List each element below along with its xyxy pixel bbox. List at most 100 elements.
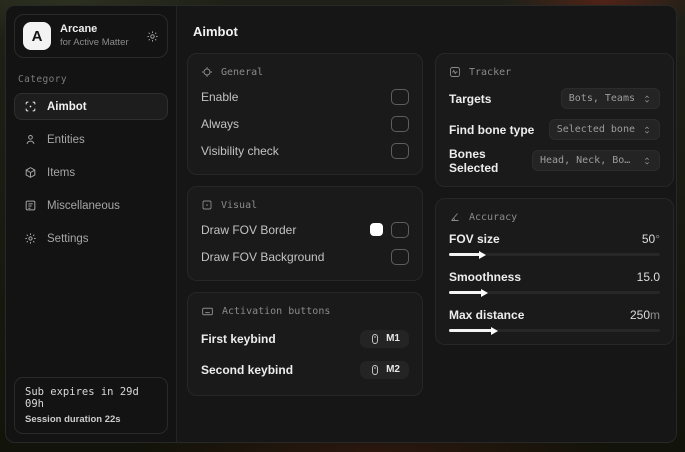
- slider-fill: [449, 326, 499, 335]
- checkbox-enable[interactable]: [391, 88, 409, 105]
- setting-label: Enable: [201, 89, 239, 104]
- value-number: 15.0: [636, 269, 660, 284]
- panel-columns: General Enable Always Visibility check V…: [187, 53, 674, 407]
- panel-title: Tracker: [469, 66, 512, 78]
- setting-row-second-keybind: Second keybind M2: [201, 354, 409, 385]
- checkbox-draw-fov-border[interactable]: [391, 221, 409, 238]
- sidebar-item-settings[interactable]: Settings: [14, 225, 168, 252]
- keybind-button-m2[interactable]: M2: [360, 360, 409, 379]
- setting-label: Visibility check: [201, 143, 279, 158]
- setting-label: Draw FOV Border: [201, 222, 297, 237]
- slider-thumb[interactable]: [480, 288, 488, 297]
- cube-icon: [24, 166, 37, 179]
- panel-title: Activation buttons: [222, 306, 331, 317]
- setting-label: FOV size: [449, 231, 500, 246]
- controls-group: [370, 221, 409, 238]
- general-panel: General Enable Always Visibility check: [187, 53, 423, 175]
- value-number: 50: [641, 231, 656, 246]
- settings-gear-icon: [24, 232, 37, 245]
- slider-value: 250m: [630, 308, 660, 322]
- setting-label: Always: [201, 116, 240, 131]
- gear-icon[interactable]: [146, 30, 159, 43]
- unfold-icon: [642, 94, 652, 104]
- accuracy-panel-header: Accuracy: [449, 211, 660, 223]
- panel-title: Accuracy: [469, 211, 518, 223]
- category-label: Category: [18, 74, 67, 85]
- visual-panel: Visual Draw FOV Border Draw FOV Backgrou…: [187, 186, 423, 281]
- checkbox-always[interactable]: [391, 115, 409, 132]
- slider-fill: [449, 250, 486, 259]
- setting-label: Targets: [449, 91, 492, 106]
- slider-value: 50°: [642, 232, 660, 246]
- keyboard-icon: [201, 305, 214, 318]
- value-unit: m: [650, 307, 660, 322]
- app-window: A Arcane for Active Matter Category Aimb: [5, 5, 677, 443]
- visual-panel-header: Visual: [201, 199, 409, 211]
- entities-person-icon: [24, 133, 37, 146]
- setting-row-draw-fov-background: Draw FOV Background: [201, 243, 409, 270]
- sidebar-item-items[interactable]: Items: [14, 159, 168, 186]
- mouse-icon: [369, 333, 381, 345]
- slider-fov-size: FOV size 50°: [449, 228, 660, 259]
- keybind-button-m1[interactable]: M1: [360, 329, 409, 348]
- activity-icon: [449, 66, 461, 78]
- page-title: Aimbot: [193, 24, 238, 39]
- slider-thumb[interactable]: [478, 250, 486, 259]
- accuracy-panel: Accuracy FOV size 50° Smoothness 15.0 Ma…: [435, 198, 674, 345]
- left-column: General Enable Always Visibility check V…: [187, 53, 423, 407]
- sidebar-item-label: Entities: [47, 133, 85, 146]
- unfold-icon: [642, 125, 652, 135]
- targets-dropdown[interactable]: Bots, Teams: [560, 88, 660, 109]
- scan-crosshair-icon: [24, 100, 37, 113]
- sidebar-item-aimbot[interactable]: Aimbot: [14, 93, 168, 120]
- slider-header: Smoothness 15.0: [449, 266, 660, 287]
- dropdown-value: Selected bone: [556, 124, 635, 135]
- setting-label: Second keybind: [201, 362, 294, 377]
- sidebar-item-label: Items: [47, 166, 76, 179]
- checkbox-draw-fov-background[interactable]: [391, 248, 409, 265]
- frame-dot-icon: [201, 199, 213, 211]
- find-bone-type-dropdown[interactable]: Selected bone: [548, 119, 660, 140]
- setting-label: Max distance: [449, 307, 525, 322]
- setting-row-draw-fov-border: Draw FOV Border: [201, 216, 409, 243]
- brand-text: Arcane for Active Matter: [60, 23, 129, 49]
- right-column: Tracker Targets Bots, Teams Find bone ty…: [435, 53, 674, 356]
- slider-header: FOV size 50°: [449, 228, 660, 249]
- slider-smoothness: Smoothness 15.0: [449, 266, 660, 297]
- setting-row-enable: Enable: [201, 83, 409, 110]
- setting-row-targets: Targets Bots, Teams: [449, 83, 660, 114]
- unfold-icon: [642, 156, 652, 166]
- sidebar-item-miscellaneous[interactable]: Miscellaneous: [14, 192, 168, 219]
- setting-row-visibility-check: Visibility check: [201, 137, 409, 164]
- activation-panel-header: Activation buttons: [201, 305, 409, 318]
- subscription-card: Sub expires in 29d 09h Session duration …: [14, 377, 168, 434]
- slider-track[interactable]: [449, 326, 660, 335]
- slider-max-distance: Max distance 250m: [449, 304, 660, 335]
- setting-label: First keybind: [201, 331, 276, 346]
- sidebar: A Arcane for Active Matter Category Aimb: [6, 6, 176, 442]
- brand-subtitle: for Active Matter: [60, 36, 129, 48]
- setting-row-find-bone-type: Find bone type Selected bone: [449, 114, 660, 145]
- dropdown-value: Bots, Teams: [568, 93, 635, 104]
- value-unit: °: [655, 231, 660, 246]
- slider-fill: [449, 288, 488, 297]
- bones-selected-dropdown[interactable]: Head, Neck, Body, Pe..: [532, 150, 660, 171]
- sidebar-item-label: Aimbot: [47, 100, 87, 113]
- slider-track[interactable]: [449, 288, 660, 297]
- keybind-value: M1: [386, 333, 400, 344]
- tracker-panel-header: Tracker: [449, 66, 660, 78]
- list-icon: [24, 199, 37, 212]
- mouse-icon: [369, 364, 381, 376]
- setting-label: Bones Selected: [449, 146, 499, 175]
- crosshair-icon: [201, 66, 213, 78]
- sidebar-item-entities[interactable]: Entities: [14, 126, 168, 153]
- activation-buttons-panel: Activation buttons First keybind M1 Seco…: [187, 292, 423, 396]
- color-swatch[interactable]: [370, 223, 383, 236]
- main-content: Aimbot General Enable Always Visibility …: [176, 6, 676, 442]
- tracker-panel: Tracker Targets Bots, Teams Find bone ty…: [435, 53, 674, 187]
- brand-logo: A: [23, 22, 51, 50]
- slider-track[interactable]: [449, 250, 660, 259]
- slider-thumb[interactable]: [491, 326, 499, 335]
- checkbox-visibility-check[interactable]: [391, 142, 409, 159]
- brand-name: Arcane: [60, 23, 98, 36]
